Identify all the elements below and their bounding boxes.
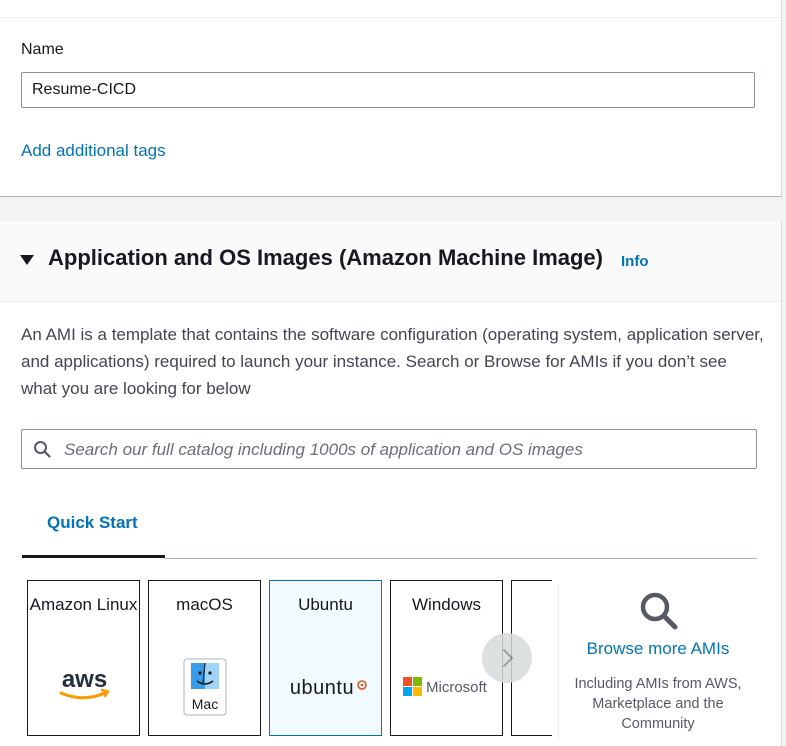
os-card-macos[interactable]: macOS Mac: [148, 580, 261, 736]
divider: [558, 584, 559, 739]
tab-quick-start-label: Quick Start: [47, 513, 138, 532]
mac-logo-text: Mac: [192, 696, 218, 712]
os-card-ubuntu[interactable]: Ubuntu ubuntu: [269, 580, 382, 736]
tabs-divider: [165, 558, 757, 559]
browse-more-amis-link[interactable]: Browse more AMIs: [558, 639, 758, 659]
ami-section-header: Application and OS Images (Amazon Machin…: [0, 221, 781, 302]
aws-logo-icon: aws: [28, 665, 139, 705]
ami-panel: Application and OS Images (Amazon Machin…: [0, 221, 782, 746]
name-input[interactable]: [21, 72, 755, 108]
browse-more-description: Including AMIs from AWS, Marketplace and…: [574, 676, 742, 732]
os-card-label: Ubuntu: [298, 595, 353, 614]
ami-description: An AMI is a template that contains the s…: [21, 325, 764, 398]
microsoft-logo-text: Microsoft: [426, 679, 488, 696]
active-tab-indicator: [22, 555, 165, 558]
tags-panel: Name Add additional tags: [0, 0, 782, 197]
ubuntu-logo-text: ubuntu: [290, 677, 354, 699]
ami-section-title: Application and OS Images (Amazon Machin…: [48, 245, 603, 270]
chevron-right-icon: [503, 649, 513, 667]
info-link[interactable]: Info: [621, 253, 649, 270]
aws-logo-text: aws: [62, 666, 107, 693]
os-card-label: Amazon Linux: [29, 595, 138, 614]
collapse-caret-icon[interactable]: [20, 255, 34, 265]
add-additional-tags-link[interactable]: Add additional tags: [21, 141, 166, 161]
search-icon: [34, 441, 51, 458]
os-card-amazon-linux[interactable]: Amazon Linux aws: [27, 580, 140, 736]
ubuntu-logo-icon: ubuntu: [270, 665, 381, 705]
os-card-label: macOS: [176, 595, 233, 614]
mac-finder-logo-icon: Mac: [149, 657, 260, 717]
os-cards-carousel: Amazon Linux aws macOS Mac Ubuntu ubuntu…: [27, 580, 552, 738]
tab-quick-start[interactable]: Quick Start: [22, 500, 165, 558]
name-label: Name: [21, 41, 64, 58]
carousel-next-button[interactable]: [482, 633, 532, 683]
search-icon[interactable]: [637, 589, 681, 633]
os-card-label: Windows: [412, 595, 481, 614]
ami-search-input[interactable]: [62, 430, 746, 470]
ami-search-box[interactable]: [21, 429, 757, 470]
divider: [0, 17, 781, 18]
